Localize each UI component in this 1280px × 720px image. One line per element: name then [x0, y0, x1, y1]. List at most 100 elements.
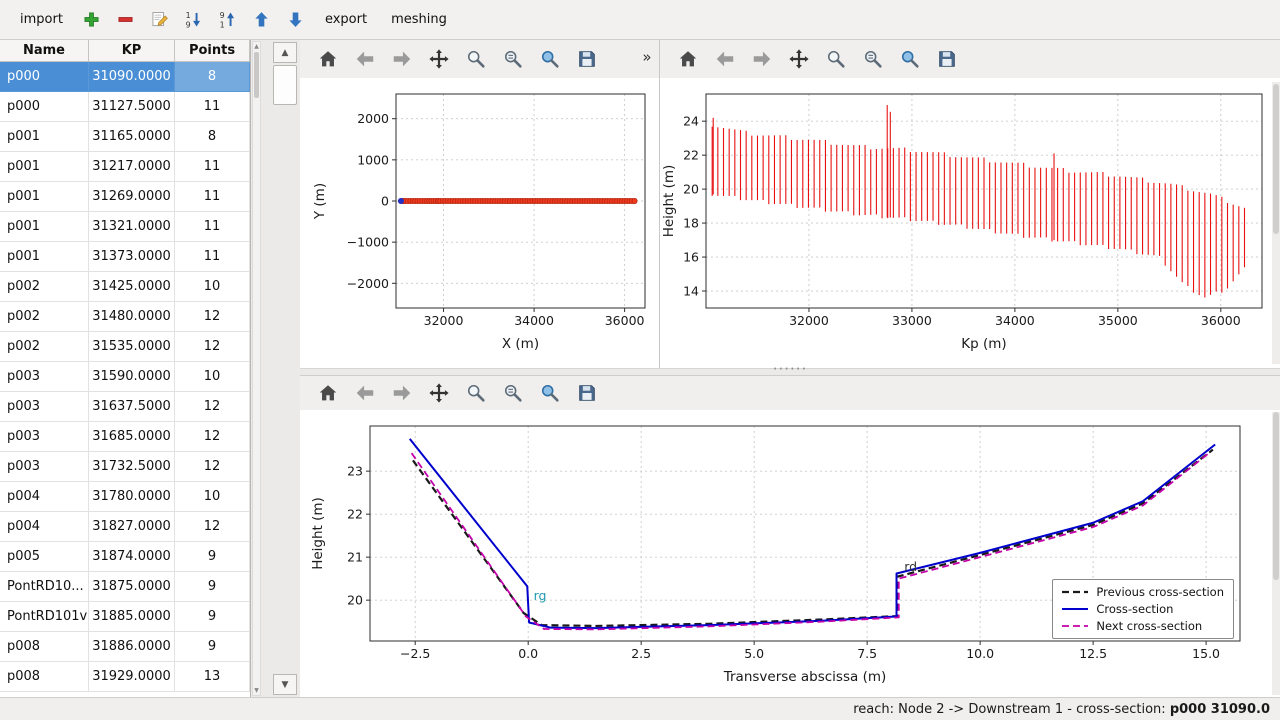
table-row[interactable]: p00831886.00009 — [0, 632, 250, 662]
back-icon — [714, 48, 736, 70]
configure-subplots-icon — [502, 48, 524, 70]
table-row[interactable]: p00331685.000012 — [0, 422, 250, 452]
edit-parameters-button[interactable] — [896, 45, 924, 73]
plan-view-chart[interactable]: 320003400036000−2000−1000010002000X (m)Y… — [300, 78, 659, 368]
forward-button[interactable] — [388, 45, 416, 73]
cell-points: 13 — [175, 662, 250, 692]
svg-text:−2.5: −2.5 — [400, 646, 430, 661]
save-button[interactable] — [573, 379, 601, 407]
table-row[interactable]: p00031090.00008 — [0, 62, 250, 92]
longitudinal-profile-chart[interactable]: 3200033000340003500036000141618202224Kp … — [660, 78, 1280, 368]
edit-parameters-button[interactable] — [536, 45, 564, 73]
column-header-points[interactable]: Points — [175, 40, 250, 62]
plan-view-panel: » 320003400036000−2000−1000010002000X (m… — [300, 40, 660, 368]
forward-button[interactable] — [388, 379, 416, 407]
pan-icon — [428, 382, 450, 404]
configure-subplots-button[interactable] — [499, 45, 527, 73]
svg-text:23: 23 — [347, 464, 363, 479]
home-button[interactable] — [674, 45, 702, 73]
cell-points: 11 — [175, 92, 250, 122]
table-row[interactable]: PontRD10...31875.00009 — [0, 572, 250, 602]
scroll-down-arrow-icon[interactable]: ▼ — [253, 686, 260, 695]
cell-name: p004 — [0, 512, 89, 542]
table-row[interactable]: p00131217.000011 — [0, 152, 250, 182]
home-button[interactable] — [314, 45, 342, 73]
table-row[interactable]: p00331637.500012 — [0, 392, 250, 422]
cross-section-scrollbar[interactable] — [1272, 412, 1280, 695]
table-scrollbar[interactable]: ▲ ▼ — [252, 41, 261, 696]
charts-area: » 320003400036000−2000−1000010002000X (m… — [300, 40, 1280, 697]
save-button[interactable] — [573, 45, 601, 73]
back-button[interactable] — [351, 45, 379, 73]
table-row[interactable]: p00031127.500011 — [0, 92, 250, 122]
panel-scrollbar[interactable]: ▲ ▼ — [273, 40, 297, 697]
cell-kp: 31321.0000 — [89, 212, 175, 242]
edit-parameters-button[interactable] — [536, 379, 564, 407]
cross-section-chart[interactable]: rgrd−2.50.02.55.07.510.012.515.020212223… — [300, 410, 1280, 697]
remove-section-button[interactable] — [111, 6, 141, 34]
configure-subplots-button[interactable] — [499, 379, 527, 407]
table-row[interactable]: p00331590.000010 — [0, 362, 250, 392]
table-row[interactable]: p00231535.000012 — [0, 332, 250, 362]
zoom-icon — [465, 48, 487, 70]
table-scrollbar-thumb[interactable] — [254, 52, 259, 98]
table-row[interactable]: PontRD101v31885.00009 — [0, 602, 250, 632]
panel-scrollbar-thumb[interactable] — [273, 65, 297, 105]
svg-text:1000: 1000 — [357, 152, 389, 167]
home-button[interactable] — [314, 379, 342, 407]
svg-text:36000: 36000 — [605, 313, 645, 328]
legend-entry: Next cross-section — [1060, 619, 1224, 633]
back-button[interactable] — [711, 45, 739, 73]
cell-name: p000 — [0, 92, 89, 122]
meshing-button[interactable]: meshing — [381, 7, 457, 32]
zoom-button[interactable] — [822, 45, 850, 73]
table-row[interactable]: p00431827.000012 — [0, 512, 250, 542]
sort-ascending-button[interactable] — [213, 6, 243, 34]
toolbar-overflow-button[interactable]: » — [639, 48, 655, 66]
scroll-up-button[interactable]: ▲ — [273, 42, 297, 63]
cell-name: p003 — [0, 452, 89, 482]
forward-button[interactable] — [748, 45, 776, 73]
table-row[interactable]: p00131165.00008 — [0, 122, 250, 152]
scroll-up-arrow-icon[interactable]: ▲ — [253, 42, 260, 51]
pan-button[interactable] — [425, 379, 453, 407]
scroll-down-button[interactable]: ▼ — [273, 674, 297, 695]
table-row[interactable]: p00231425.000010 — [0, 272, 250, 302]
import-button[interactable]: import — [10, 7, 73, 32]
edit-parameters-icon — [539, 382, 561, 404]
splitter-handle[interactable]: ······ — [300, 368, 1280, 376]
cell-kp: 31535.0000 — [89, 332, 175, 362]
legend-label: Next cross-section — [1096, 619, 1202, 633]
svg-text:5.0: 5.0 — [744, 646, 764, 661]
edit-section-button[interactable] — [145, 6, 175, 34]
cross-section-scrollbar-thumb[interactable] — [1273, 412, 1279, 580]
zoom-button[interactable] — [462, 379, 490, 407]
configure-subplots-button[interactable] — [859, 45, 887, 73]
table-row[interactable]: p00131373.000011 — [0, 242, 250, 272]
move-up-button[interactable] — [247, 6, 277, 34]
back-button[interactable] — [351, 379, 379, 407]
save-button[interactable] — [933, 45, 961, 73]
table-row[interactable]: p00131269.000011 — [0, 182, 250, 212]
pan-button[interactable] — [785, 45, 813, 73]
move-down-button[interactable] — [281, 6, 311, 34]
table-row[interactable]: p00131321.000011 — [0, 212, 250, 242]
export-button[interactable]: export — [315, 7, 377, 32]
sort-descending-button[interactable] — [179, 6, 209, 34]
table-row[interactable]: p00831929.000013 — [0, 662, 250, 692]
table-row[interactable]: p00331732.500012 — [0, 452, 250, 482]
column-header-kp[interactable]: KP — [89, 40, 175, 62]
pan-button[interactable] — [425, 45, 453, 73]
column-header-name[interactable]: Name — [0, 40, 89, 62]
svg-text:18: 18 — [683, 216, 699, 231]
profile-scrollbar-thumb[interactable] — [1273, 84, 1279, 234]
add-section-button[interactable] — [77, 6, 107, 34]
table-row[interactable]: p00231480.000012 — [0, 302, 250, 332]
table-row[interactable]: p00531874.00009 — [0, 542, 250, 572]
cell-name: PontRD10... — [0, 572, 89, 602]
back-icon — [354, 48, 376, 70]
table-row[interactable]: p00431780.000010 — [0, 482, 250, 512]
profile-scrollbar[interactable] — [1272, 82, 1280, 364]
zoom-icon — [825, 48, 847, 70]
zoom-button[interactable] — [462, 45, 490, 73]
